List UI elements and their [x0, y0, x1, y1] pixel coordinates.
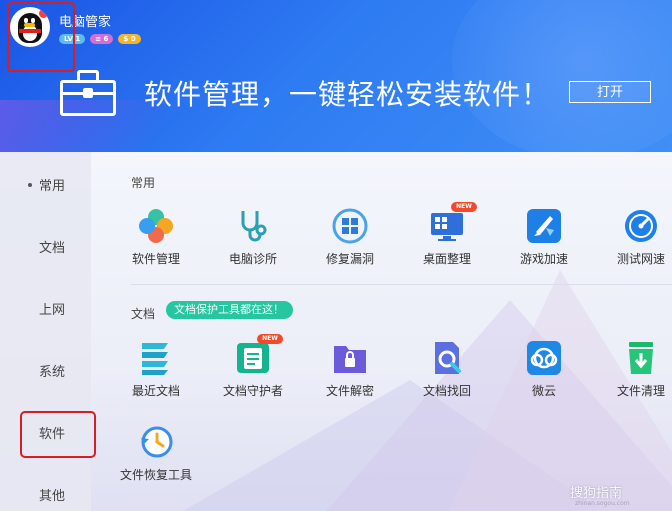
highlight-box-software — [20, 411, 96, 458]
windows-repair-icon — [332, 208, 368, 244]
new-badge: NEW — [451, 202, 477, 212]
open-button[interactable]: 打开 — [569, 81, 651, 103]
weiyun-cloud-icon — [527, 341, 561, 375]
app-window: 电脑管家 LV 1 ≡ 6 $ 0 软件管理，一键轻松安装软件！ 打开 常用 文… — [0, 0, 672, 511]
doc-guardian-icon — [237, 343, 269, 373]
watermark-url: zhinan.sogou.com — [575, 500, 630, 507]
sidebar-item-system[interactable]: 系统 — [0, 361, 91, 381]
vip-badge[interactable]: ≡ 6 — [90, 34, 114, 44]
app-label: 文档找回 — [422, 384, 471, 398]
app-label: 微云 — [531, 384, 556, 398]
banner-slogan: 软件管理，一键轻松安装软件！ — [144, 78, 551, 111]
active-dot — [28, 183, 32, 187]
header-banner: 电脑管家 LV 1 ≡ 6 $ 0 软件管理，一键轻松安装软件！ 打开 — [0, 0, 672, 152]
sidebar-item-common[interactable]: 常用 — [0, 175, 91, 195]
app-weiyun[interactable]: 微云 — [504, 340, 584, 402]
sidebar-item-other[interactable]: 其他 — [0, 485, 91, 505]
app-label: 修复漏洞 — [325, 252, 374, 266]
app-speed-test[interactable]: 测试网速 — [601, 208, 672, 270]
coin-badge[interactable]: $ 0 — [118, 34, 141, 44]
app-game-boost[interactable]: 游戏加速 — [504, 208, 584, 270]
file-clean-icon — [629, 342, 653, 374]
highlight-box-user — [7, 2, 75, 72]
sidebar-item-internet[interactable]: 上网 — [0, 299, 91, 319]
clover-icon — [139, 209, 173, 243]
app-label: 测试网速 — [616, 252, 665, 266]
app-file-clean[interactable]: 文件清理 — [601, 340, 672, 402]
game-boost-icon — [527, 209, 561, 243]
app-label: 文档守护者 — [222, 384, 283, 398]
watermark: 搜狗指南 — [570, 486, 623, 501]
app-doc-guardian[interactable]: NEW 文档守护者 — [213, 334, 293, 402]
section-divider — [131, 284, 672, 285]
app-label: 文件清理 — [616, 384, 665, 398]
app-label: 电脑诊所 — [228, 252, 277, 266]
desktop-monitor-icon — [431, 213, 463, 241]
section-title-docs: 文档 — [131, 307, 156, 321]
app-file-restore-tool[interactable]: 文件恢复工具 — [116, 424, 196, 486]
doc-search-icon — [435, 342, 461, 374]
sidebar-item-label: 其他 — [39, 489, 66, 504]
app-fix-vulnerability[interactable]: 修复漏洞 — [310, 208, 390, 270]
app-label: 文件解密 — [325, 384, 374, 398]
app-recent-docs[interactable]: 最近文档 — [116, 340, 196, 402]
app-label: 最近文档 — [131, 384, 180, 398]
sidebar-item-label: 上网 — [39, 303, 66, 318]
stethoscope-icon — [241, 211, 267, 242]
speedometer-icon — [625, 210, 657, 242]
app-file-decrypt[interactable]: 文件解密 — [310, 340, 390, 402]
app-label: 文件恢复工具 — [119, 468, 192, 482]
file-restore-icon — [141, 426, 173, 458]
section-title-common: 常用 — [131, 176, 156, 190]
app-label: 游戏加速 — [519, 252, 568, 266]
docs-promo-tag: 文档保护工具都在这！ — [166, 301, 293, 319]
sidebar-item-label: 常用 — [39, 179, 66, 194]
recent-docs-icon — [142, 343, 168, 375]
app-desktop-organize[interactable]: NEW 桌面整理 — [407, 202, 487, 270]
sidebar-item-label: 文档 — [39, 241, 66, 256]
sidebar-item-label: 系统 — [39, 365, 66, 380]
toolbox-icon — [60, 70, 116, 116]
app-label: 软件管理 — [131, 252, 180, 266]
new-badge: NEW — [257, 334, 283, 344]
folder-lock-icon — [334, 346, 366, 373]
app-label: 桌面整理 — [422, 252, 471, 266]
app-pc-clinic[interactable]: 电脑诊所 — [213, 208, 293, 270]
app-software-manager[interactable]: 软件管理 — [116, 208, 196, 270]
app-doc-recovery[interactable]: 文档找回 — [407, 340, 487, 402]
sidebar-item-docs[interactable]: 文档 — [0, 237, 91, 257]
